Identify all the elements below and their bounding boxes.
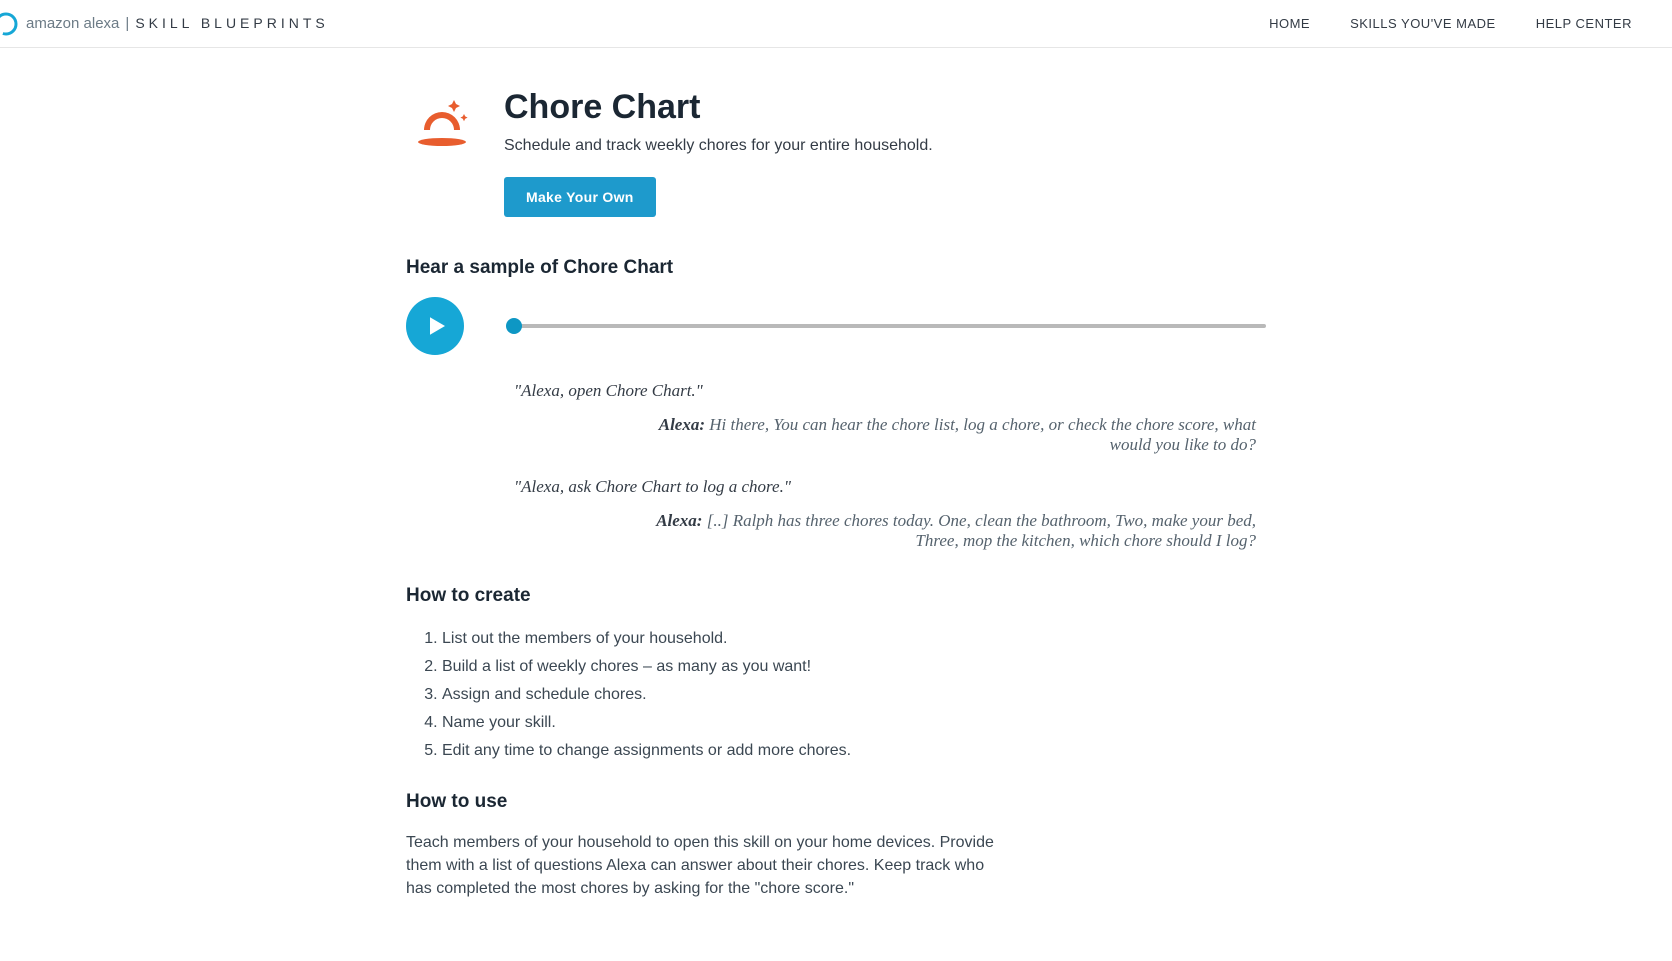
list-item: Build a list of weekly chores – as many … [442,653,1266,681]
brand: amazon alexa | SKILL BLUEPRINTS [0,12,329,36]
site-header: amazon alexa | SKILL BLUEPRINTS HOME SKI… [0,0,1672,48]
alexa-response: [..] Ralph has three chores today. One, … [702,511,1256,550]
alexa-response: Hi there, You can hear the chore list, l… [705,415,1256,454]
nav-help-center[interactable]: HELP CENTER [1536,16,1632,31]
how-to-use-text: Teach members of your household to open … [406,831,996,901]
page-title: Chore Chart [504,88,1266,127]
alexa-label: Alexa: [656,511,702,530]
list-item: List out the members of your household. [442,625,1266,653]
brand-alexa-text: amazon alexa [26,15,119,32]
audio-progress-bar[interactable] [514,324,1266,328]
transcript-alexa-line: Alexa: [..] Ralph has three chores today… [634,511,1256,551]
list-item: Name your skill. [442,709,1266,737]
brand-separator: | [125,15,129,32]
main-content: Chore Chart Schedule and track weekly ch… [386,48,1286,961]
transcript-alexa-line: Alexa: Hi there, You can hear the chore … [634,415,1256,455]
sample-transcript: "Alexa, open Chore Chart." Alexa: Hi the… [406,381,1266,551]
how-to-use-heading: How to use [406,791,1266,813]
play-button[interactable] [406,297,464,355]
nav-skills-made[interactable]: SKILLS YOU'VE MADE [1350,16,1496,31]
brand-blueprints-text: SKILL BLUEPRINTS [135,15,328,31]
chore-chart-icon [406,92,478,164]
list-item: Assign and schedule chores. [442,681,1266,709]
alexa-logo-icon [0,12,18,36]
audio-progress-thumb[interactable] [506,318,522,334]
how-to-create-heading: How to create [406,585,1266,607]
alexa-label: Alexa: [659,415,705,434]
make-your-own-button[interactable]: Make Your Own [504,177,656,217]
nav-home[interactable]: HOME [1269,16,1310,31]
sample-heading: Hear a sample of Chore Chart [406,257,1266,279]
transcript-user-line: "Alexa, open Chore Chart." [514,381,1256,401]
transcript-user-line: "Alexa, ask Chore Chart to log a chore." [514,477,1256,497]
main-nav: HOME SKILLS YOU'VE MADE HELP CENTER [1269,16,1672,31]
list-item: Edit any time to change assignments or a… [442,737,1266,765]
create-steps-list: List out the members of your household. … [406,625,1266,765]
audio-sample-controls [406,297,1266,355]
play-icon [420,311,450,341]
hero: Chore Chart Schedule and track weekly ch… [406,88,1266,217]
page-description: Schedule and track weekly chores for you… [504,137,1266,155]
